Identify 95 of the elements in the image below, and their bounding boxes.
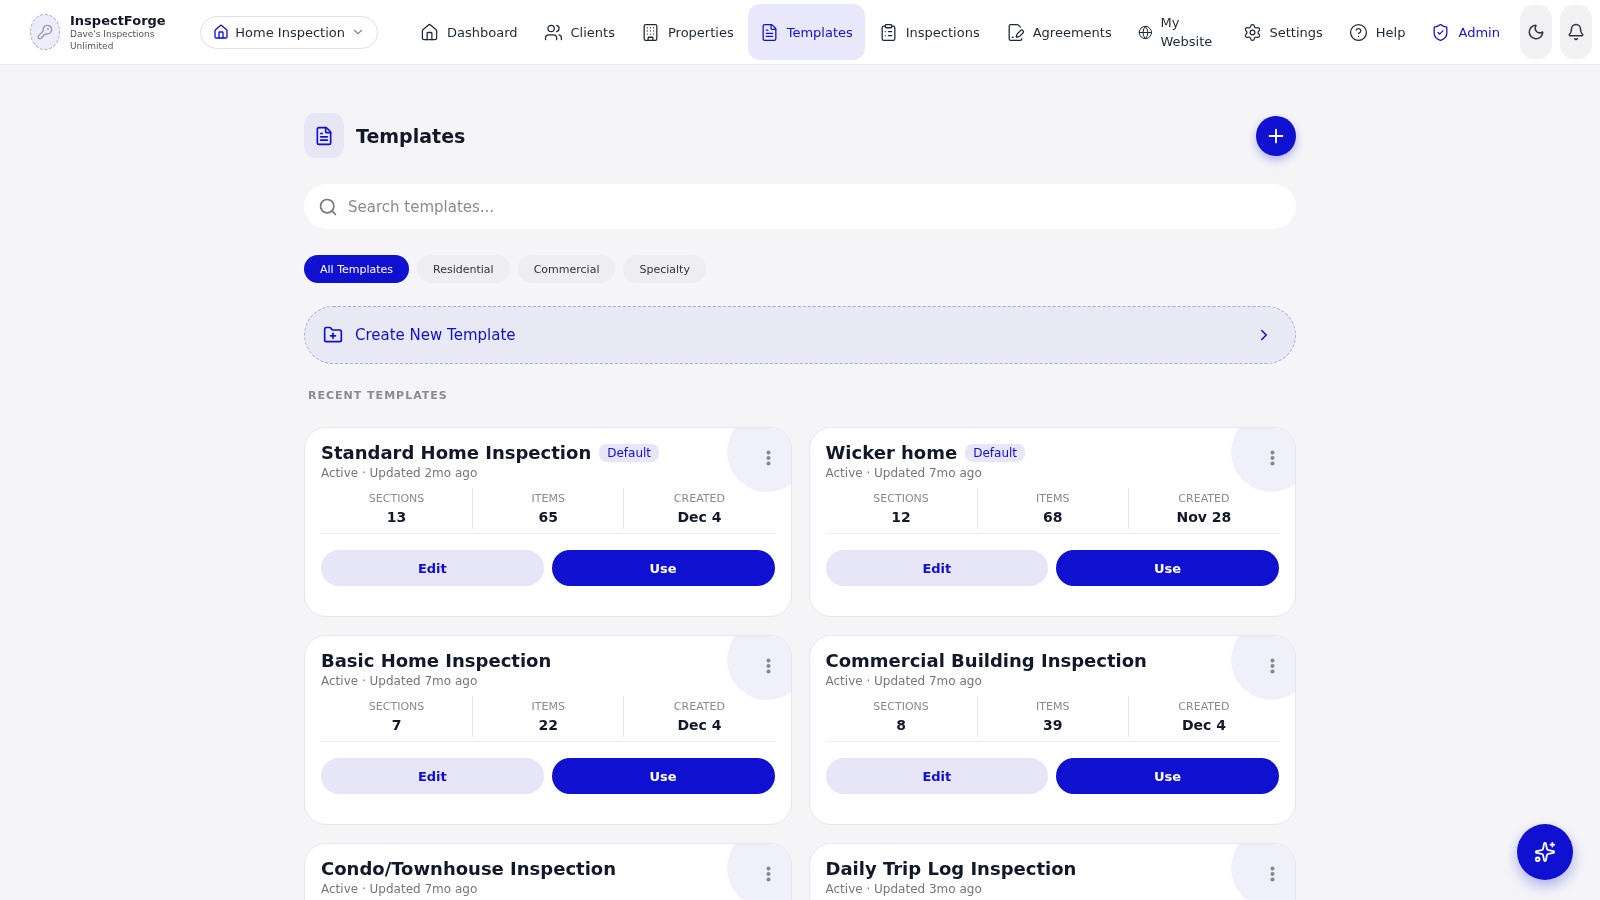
- create-template-button[interactable]: Create New Template: [304, 306, 1296, 364]
- stat-label: CREATED: [1178, 700, 1230, 713]
- stat-value: 68: [1043, 509, 1063, 525]
- more-menu-button[interactable]: [765, 658, 771, 674]
- moon-icon: [1526, 23, 1545, 41]
- use-button[interactable]: Use: [551, 758, 775, 794]
- settings-icon: [1242, 22, 1262, 42]
- more-menu-button[interactable]: [765, 450, 771, 466]
- stat-label: SECTIONS: [368, 700, 425, 713]
- template-title: Daily Trip Log Inspection: [825, 858, 1077, 879]
- notifications-button[interactable]: [1559, 5, 1592, 59]
- nav-item[interactable]: Inspections: [866, 4, 992, 60]
- stat-value: 22: [538, 717, 558, 733]
- search-field[interactable]: Search templates...: [304, 184, 1296, 229]
- sparkles-icon: [1534, 841, 1556, 863]
- stat-label: CREATED: [673, 700, 725, 713]
- filter-chip[interactable]: Specialty: [623, 255, 706, 283]
- use-button[interactable]: Use: [1056, 758, 1279, 794]
- template-title: Condo/Townhouse Inspection: [321, 858, 617, 879]
- help-icon: [1348, 22, 1368, 42]
- nav-item[interactable]: Templates: [747, 4, 865, 60]
- default-badge: Default: [965, 443, 1026, 462]
- more-icon: [765, 450, 771, 466]
- stat-value: 8: [896, 717, 906, 733]
- stat-value: Dec 4: [1181, 717, 1226, 733]
- search-icon: [318, 197, 338, 217]
- folder-plus-icon: [323, 325, 343, 345]
- stat-value: 39: [1043, 717, 1063, 733]
- stat-label: CREATED: [673, 492, 725, 505]
- logo-icon: [30, 14, 60, 50]
- more-icon: [1270, 658, 1275, 674]
- nav-item[interactable]: Help: [1336, 4, 1418, 60]
- edit-button[interactable]: Edit: [321, 550, 544, 586]
- edit-button[interactable]: Edit: [825, 550, 1049, 586]
- nav-item[interactable]: Settings: [1230, 4, 1335, 60]
- filter-chip[interactable]: Residential: [417, 255, 510, 283]
- stat-value: 7: [391, 717, 402, 733]
- nav-item[interactable]: My Website: [1125, 4, 1229, 60]
- more-icon: [1270, 450, 1275, 466]
- section-label: RECENT TEMPLATES: [308, 389, 449, 402]
- edit-button[interactable]: Edit: [321, 758, 544, 794]
- stat-value: Dec 4: [677, 717, 722, 733]
- stat-label: SECTIONS: [368, 492, 425, 505]
- use-button[interactable]: Use: [551, 550, 775, 586]
- nav-item[interactable]: Clients: [531, 4, 627, 60]
- default-badge: Default: [599, 443, 660, 462]
- stat-value: 65: [538, 509, 558, 525]
- use-button[interactable]: Use: [1056, 550, 1279, 586]
- template-title: Basic Home Inspection: [321, 650, 552, 671]
- template-status: Active · Updated 2mo ago: [321, 466, 479, 480]
- more-menu-button[interactable]: [1270, 866, 1275, 882]
- stat-label: ITEMS: [531, 492, 565, 505]
- assistant-button[interactable]: [1517, 824, 1573, 880]
- stat-value: Nov 28: [1176, 509, 1232, 525]
- more-menu-button[interactable]: [1270, 450, 1275, 466]
- bell-icon: [1566, 23, 1585, 41]
- more-icon: [1270, 866, 1275, 882]
- users-icon: [543, 22, 563, 42]
- filter-chip[interactable]: Commercial: [517, 255, 616, 283]
- house-icon: [213, 24, 230, 40]
- more-icon: [765, 866, 771, 882]
- template-status: Active · Updated 7mo ago: [825, 674, 983, 688]
- template-title: Commercial Building Inspection: [825, 650, 1147, 671]
- template-status: Active · Updated 7mo ago: [321, 882, 479, 896]
- template-status: Active · Updated 7mo ago: [825, 466, 983, 480]
- nav-item[interactable]: Properties: [628, 4, 746, 60]
- more-icon: [765, 658, 771, 674]
- nav-item[interactable]: Dashboard: [408, 4, 530, 60]
- stat-value: Dec 4: [677, 509, 722, 525]
- more-menu-button[interactable]: [1270, 658, 1275, 674]
- stat-label: ITEMS: [1036, 700, 1070, 713]
- theme-button[interactable]: [1519, 5, 1552, 59]
- nav-item[interactable]: Admin: [1419, 4, 1512, 60]
- document-icon: [304, 113, 344, 158]
- template-title: Wicker home: [825, 442, 958, 463]
- workspace-selector[interactable]: Home Inspection: [200, 15, 378, 49]
- more-menu-button[interactable]: [765, 866, 771, 882]
- template-title: Standard Home Inspection: [321, 442, 592, 463]
- stat-value: 13: [386, 509, 407, 525]
- stat-label: SECTIONS: [873, 700, 929, 713]
- stat-label: CREATED: [1178, 492, 1230, 505]
- stat-label: ITEMS: [531, 700, 565, 713]
- brand-name: InspectForge: [70, 12, 166, 28]
- stat-value: 12: [891, 509, 911, 525]
- stat-label: SECTIONS: [873, 492, 929, 505]
- add-button[interactable]: [1256, 115, 1296, 156]
- company-name: Dave's Inspections Unlimited: [70, 28, 156, 52]
- filter-chip[interactable]: All Templates: [304, 255, 410, 283]
- page-title: Templates: [356, 124, 467, 147]
- stat-label: ITEMS: [1036, 492, 1070, 505]
- edit-button[interactable]: Edit: [825, 758, 1049, 794]
- nav-item[interactable]: Agreements: [993, 4, 1124, 60]
- template-status: Active · Updated 7mo ago: [321, 674, 479, 688]
- template-status: Active · Updated 3mo ago: [825, 882, 983, 896]
- house-icon: [420, 22, 439, 42]
